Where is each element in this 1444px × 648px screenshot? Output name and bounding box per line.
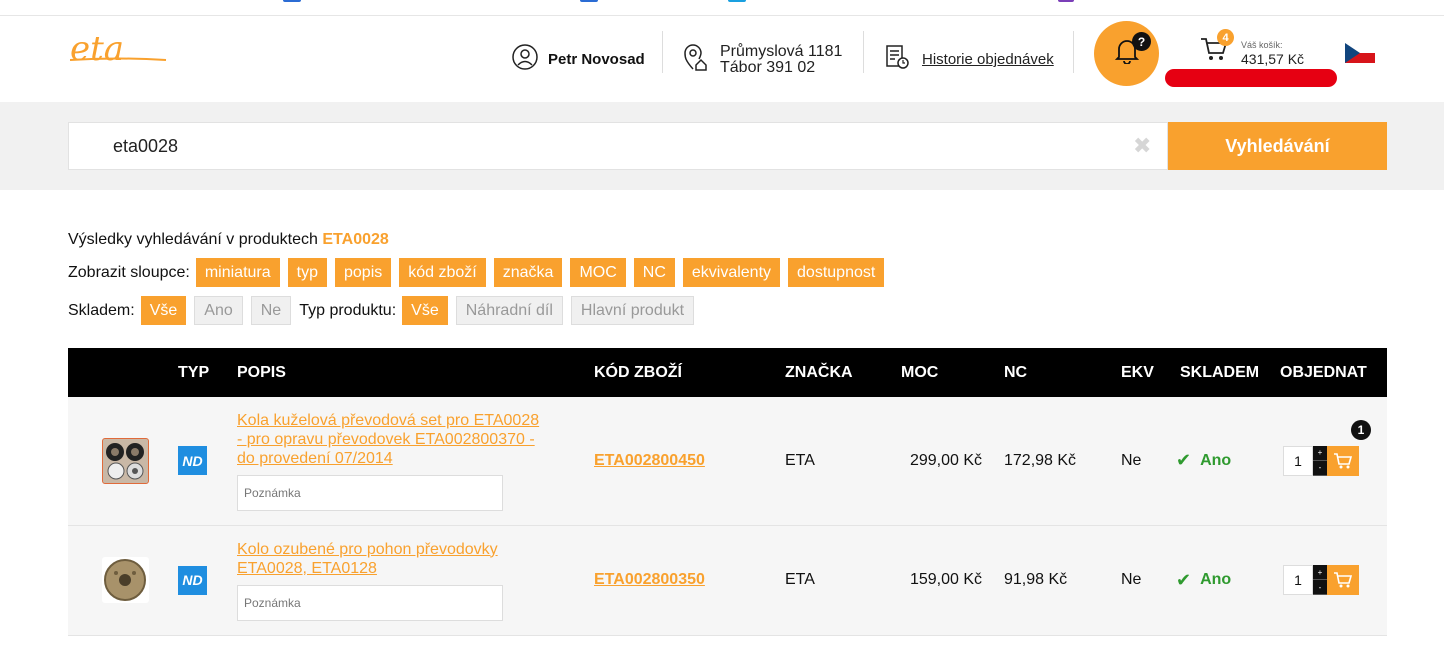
history-document-icon xyxy=(884,44,910,75)
table-header-row: TYP POPIS KÓD ZBOŽÍ ZNAČKA MOC NC EKV SK… xyxy=(68,348,1387,397)
chip-znacka[interactable]: značka xyxy=(493,258,563,287)
add-to-cart-button[interactable] xyxy=(1327,445,1359,476)
location-home-icon xyxy=(682,43,708,76)
chip-miniatura[interactable]: miniatura xyxy=(195,258,280,287)
increment-icon: + xyxy=(1313,565,1327,580)
browser-bookmarks-strip xyxy=(0,0,1444,16)
chip-popis[interactable]: popis xyxy=(335,258,392,287)
stock-status: ✔ Ano xyxy=(1176,450,1232,471)
type-option-main-product[interactable]: Hlavní produkt xyxy=(570,296,695,325)
note-input[interactable]: Poznámka xyxy=(237,474,503,511)
redaction-mark xyxy=(1165,69,1337,87)
col-nc[interactable]: NC xyxy=(994,348,1121,397)
quantity-stepper[interactable]: + - xyxy=(1313,445,1327,476)
column-visibility-filter: Zobrazit sloupce: miniatura typ popis kó… xyxy=(68,258,892,287)
product-thumbnail[interactable] xyxy=(68,525,178,635)
order-history-link[interactable]: Historie objednávek xyxy=(884,17,1054,102)
type-option-all[interactable]: Vše xyxy=(402,296,448,325)
type-badge: ND xyxy=(178,446,207,476)
cart-icon xyxy=(1199,38,1229,67)
user-name: Petr Novosad xyxy=(548,51,645,68)
decrement-icon: - xyxy=(1313,580,1327,595)
products-table: TYP POPIS KÓD ZBOŽÍ ZNAČKA MOC NC EKV SK… xyxy=(68,348,1387,636)
type-filter-label: Typ produktu: xyxy=(299,301,397,319)
chip-ekvivalenty[interactable]: ekvivalenty xyxy=(682,258,781,287)
brand-cell: ETA xyxy=(785,451,815,469)
cart-count-badge: 4 xyxy=(1217,29,1234,46)
chip-nc[interactable]: NC xyxy=(633,258,675,287)
col-skladem[interactable]: SKLADEM xyxy=(1159,348,1270,397)
chip-typ[interactable]: typ xyxy=(287,258,327,287)
order-history-label: Historie objednávek xyxy=(922,51,1054,68)
stock-status: ✔ Ano xyxy=(1176,569,1232,590)
notifications-badge: ? xyxy=(1132,32,1151,51)
add-to-cart-button[interactable] xyxy=(1327,565,1359,595)
product-code-link[interactable]: ETA002800350 xyxy=(594,571,705,588)
moc-price: 159,00 Kč xyxy=(909,571,982,588)
quantity-input[interactable]: 1 xyxy=(1283,445,1313,476)
check-icon: ✔ xyxy=(1176,450,1192,471)
cart-icon xyxy=(1334,572,1353,588)
svg-text:eta: eta xyxy=(70,33,124,67)
in-cart-count-badge: 1 xyxy=(1351,419,1371,440)
results-query: ETA0028 xyxy=(322,231,389,248)
col-ekv[interactable]: EKV xyxy=(1121,348,1159,397)
stock-filter-label: Skladem: xyxy=(68,301,135,319)
col-typ[interactable]: TYP xyxy=(178,348,237,397)
type-option-spare-part[interactable]: Náhradní díl xyxy=(455,296,563,325)
stock-and-type-filter: Skladem: Vše Ano Ne Typ produktu: Vše Ná… xyxy=(68,296,702,325)
col-thumb xyxy=(68,348,178,397)
check-icon: ✔ xyxy=(1176,569,1192,590)
search-input[interactable]: eta0028 xyxy=(68,122,1168,170)
nc-price: 172,98 Kč xyxy=(1004,451,1077,469)
stock-option-yes[interactable]: Ano xyxy=(194,296,243,325)
product-thumbnail[interactable] xyxy=(68,397,178,525)
brand-cell: ETA xyxy=(785,571,815,588)
search-button[interactable]: Vyhledávání xyxy=(1168,122,1387,170)
clear-search-icon[interactable]: ✖ xyxy=(1133,135,1151,157)
decrement-icon: - xyxy=(1313,460,1327,476)
chip-moc[interactable]: MOC xyxy=(570,258,626,287)
nc-price: 91,98 Kč xyxy=(1004,571,1068,588)
eta-logo[interactable]: eta xyxy=(69,29,168,72)
quantity-stepper[interactable]: + - xyxy=(1313,565,1327,595)
product-description-link[interactable]: Kolo ozubené pro pohon převodovky ETA002… xyxy=(237,540,542,578)
ekv-cell: Ne xyxy=(1121,571,1142,588)
notifications-button[interactable]: ? xyxy=(1094,21,1159,86)
columns-filter-label: Zobrazit sloupce: xyxy=(68,263,190,281)
col-znacka[interactable]: ZNAČKA xyxy=(785,348,884,397)
delivery-address[interactable]: Průmyslová 1181 Tábor 391 02 xyxy=(682,17,842,102)
col-moc[interactable]: MOC xyxy=(884,348,994,397)
cart-label: Váš košík: xyxy=(1241,40,1283,50)
cart-button[interactable]: 4 xyxy=(1199,29,1234,68)
user-icon xyxy=(512,44,538,75)
site-header: eta Petr Novosad Průmyslová 1181 Tábor 3… xyxy=(0,17,1444,102)
table-row: ND Kola kuželová převodová set pro ETA00… xyxy=(68,397,1387,525)
type-badge: ND xyxy=(178,565,207,595)
col-popis[interactable]: POPIS xyxy=(237,348,594,397)
chip-dostupnost[interactable]: dostupnost xyxy=(788,258,885,287)
search-bar: eta0028 ✖ Vyhledávání xyxy=(0,102,1444,190)
ekv-cell: Ne xyxy=(1121,451,1142,469)
order-controls: 1 + - 1 xyxy=(1283,419,1371,476)
note-input[interactable]: Poznámka xyxy=(237,584,503,621)
quantity-input[interactable]: 1 xyxy=(1283,565,1313,595)
table-row: ND Kolo ozubené pro pohon převodovky ETA… xyxy=(68,525,1387,635)
cart-icon xyxy=(1334,452,1353,469)
stock-option-all[interactable]: Vše xyxy=(140,296,187,325)
col-kod[interactable]: KÓD ZBOŽÍ xyxy=(594,348,785,397)
product-description-link[interactable]: Kola kuželová převodová set pro ETA0028 … xyxy=(237,411,542,468)
col-objednat: OBJEDNAT xyxy=(1280,363,1367,381)
product-code-link[interactable]: ETA002800450 xyxy=(594,452,705,469)
address-text: Průmyslová 1181 Tábor 391 02 xyxy=(720,42,843,76)
stock-option-no[interactable]: Ne xyxy=(250,296,292,325)
czech-flag-icon[interactable] xyxy=(1345,43,1375,63)
chip-kod-zbozi[interactable]: kód zboží xyxy=(399,258,486,287)
moc-price: 299,00 Kč xyxy=(909,451,982,469)
user-account[interactable]: Petr Novosad xyxy=(512,17,645,102)
cart-total: 431,57 Kč xyxy=(1241,51,1305,67)
results-heading: Výsledky vyhledávání v produktech ETA002… xyxy=(68,231,389,248)
increment-icon: + xyxy=(1313,445,1327,461)
order-controls: 1 + - xyxy=(1283,565,1361,595)
